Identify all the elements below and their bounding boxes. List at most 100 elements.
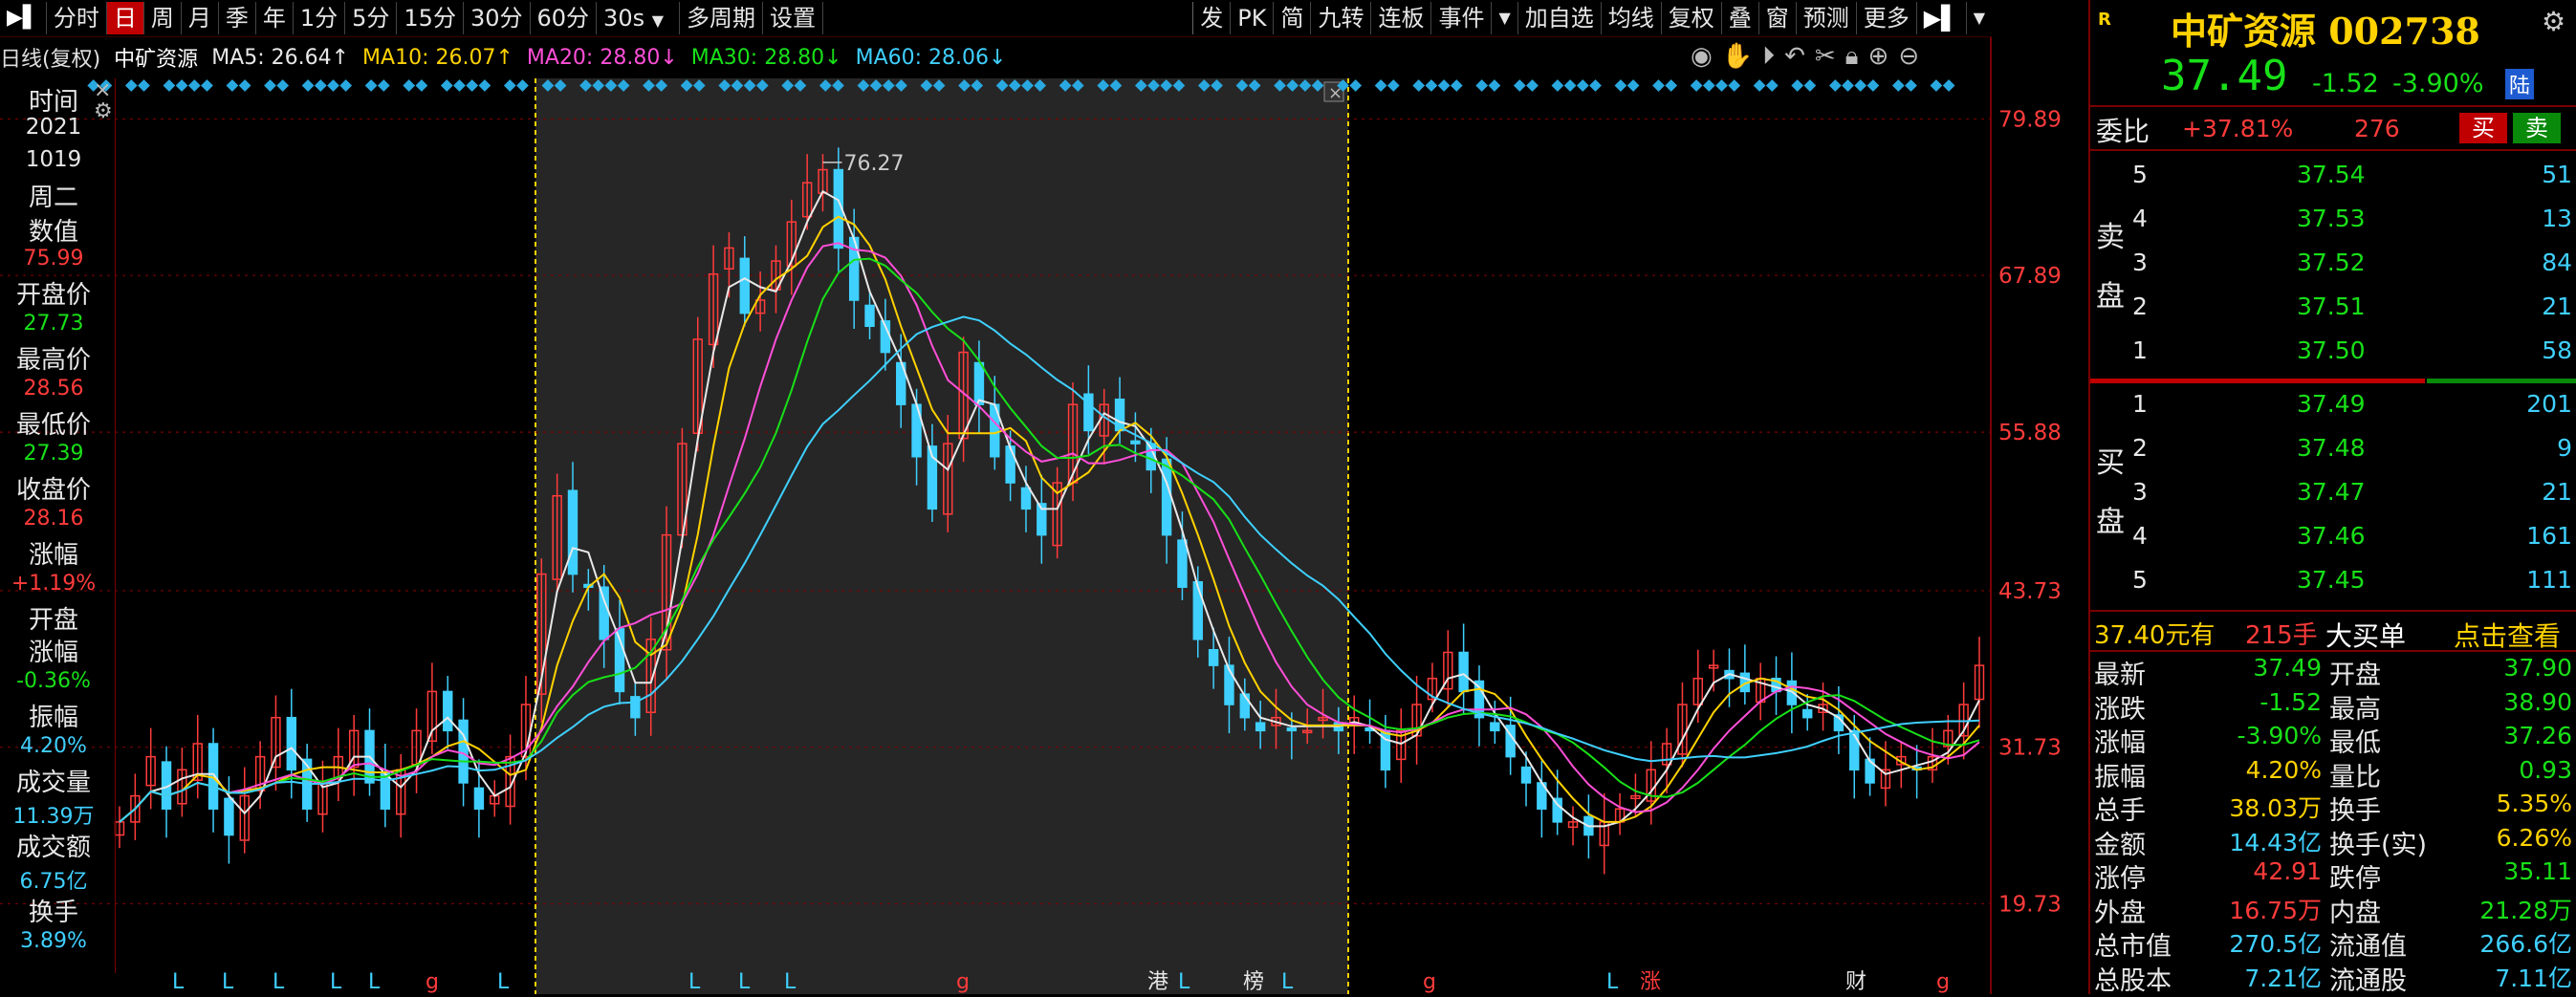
- candle-body[interactable]: [1255, 722, 1266, 732]
- bottom-marker[interactable]: L: [688, 970, 701, 994]
- candle-body[interactable]: [1020, 487, 1032, 510]
- btn-fuquan[interactable]: 复权: [1662, 2, 1722, 34]
- event-diamond[interactable]: [1728, 79, 1741, 92]
- event-diamond[interactable]: [1652, 79, 1665, 92]
- event-diamond[interactable]: [1513, 79, 1526, 92]
- event-diamond[interactable]: [163, 79, 176, 92]
- buy-level-row[interactable]: 1 37.49 201: [2090, 390, 2576, 425]
- candle-body[interactable]: [1130, 440, 1141, 444]
- event-diamond[interactable]: [226, 79, 239, 92]
- bottom-marker[interactable]: L: [330, 970, 342, 994]
- event-diamond[interactable]: [1412, 79, 1426, 92]
- bottom-marker[interactable]: L: [1281, 970, 1294, 994]
- event-diamond[interactable]: [503, 79, 516, 92]
- event-diamond[interactable]: [1842, 79, 1854, 92]
- candle-body[interactable]: [1161, 458, 1172, 536]
- event-diamond[interactable]: [377, 79, 390, 92]
- event-diamond[interactable]: [1867, 79, 1880, 92]
- candle-body[interactable]: [1490, 722, 1500, 732]
- event-diamond[interactable]: [1715, 79, 1728, 92]
- candle-body[interactable]: [1192, 581, 1203, 640]
- kline-chart[interactable]: × 76.27 79.8967.8955.8843.7331.7319.73 L…: [0, 0, 2087, 994]
- play-icon[interactable]: ⏵: [1762, 42, 1775, 72]
- event-diamond[interactable]: [175, 79, 188, 92]
- candle-body[interactable]: [864, 304, 875, 328]
- sell-level-row[interactable]: 1 37.50 58: [2090, 336, 2576, 372]
- tab-week[interactable]: 周: [144, 2, 182, 34]
- event-diamond[interactable]: [1626, 79, 1640, 92]
- event-diamond[interactable]: [364, 79, 378, 92]
- btn-window[interactable]: 窗: [1759, 2, 1797, 34]
- bottom-marker[interactable]: g: [426, 970, 439, 994]
- event-diamond[interactable]: [138, 79, 150, 92]
- tab-month[interactable]: 月: [182, 2, 219, 34]
- event-diamond[interactable]: [403, 79, 416, 92]
- btn-jiuzhuan[interactable]: 九转: [1311, 2, 1372, 34]
- toolbar-dropdown-icon[interactable]: ▼: [1967, 2, 1992, 34]
- legend-mode[interactable]: 日线(复权): [0, 42, 100, 73]
- candle-body[interactable]: [380, 771, 391, 810]
- bottom-marker[interactable]: 榜: [1243, 970, 1264, 994]
- bottom-marker[interactable]: L: [368, 970, 381, 994]
- event-diamond[interactable]: [1930, 79, 1943, 92]
- event-diamond[interactable]: [1753, 79, 1766, 92]
- sell-level-row[interactable]: 4 37.53 13: [2090, 205, 2576, 240]
- event-diamond[interactable]: [314, 79, 327, 92]
- candle-body[interactable]: [1083, 393, 1094, 432]
- event-diamond[interactable]: [1425, 79, 1438, 92]
- event-diamond[interactable]: [1551, 79, 1564, 92]
- sell-level-row[interactable]: 3 37.52 84: [2090, 249, 2576, 284]
- candle-body[interactable]: [599, 586, 609, 640]
- event-diamond[interactable]: [1589, 79, 1602, 92]
- selection-region[interactable]: [535, 78, 1348, 994]
- candle-body[interactable]: [567, 489, 579, 575]
- event-diamond[interactable]: [339, 79, 353, 92]
- candle-body[interactable]: [1208, 648, 1219, 666]
- undo-icon[interactable]: ↶: [1784, 42, 1805, 72]
- bottom-marker[interactable]: L: [273, 970, 285, 994]
- event-diamond[interactable]: [1854, 79, 1867, 92]
- event-diamond[interactable]: [1690, 79, 1703, 92]
- buy-level-row[interactable]: 4 37.46 161: [2090, 522, 2576, 557]
- bottom-marker[interactable]: g: [1936, 970, 1950, 994]
- zoom-in-icon[interactable]: ⊕: [1868, 42, 1889, 72]
- event-diamond[interactable]: [301, 79, 315, 92]
- btn-overlay[interactable]: 叠: [1722, 2, 1759, 34]
- event-diamond[interactable]: [516, 79, 529, 92]
- event-diamond[interactable]: [1475, 79, 1489, 92]
- event-diamond[interactable]: [1614, 79, 1627, 92]
- event-diamond[interactable]: [1576, 79, 1589, 92]
- event-diamond[interactable]: [327, 79, 339, 92]
- gear-icon[interactable]: ⚙: [2542, 6, 2565, 37]
- event-diamond[interactable]: [1942, 79, 1955, 92]
- event-diamond[interactable]: [1891, 79, 1905, 92]
- candle-body[interactable]: [458, 719, 469, 784]
- event-diamond[interactable]: [415, 79, 428, 92]
- btn-ma[interactable]: 均线: [1602, 2, 1662, 34]
- event-diamond[interactable]: [264, 79, 276, 92]
- event-diamond[interactable]: [1526, 79, 1539, 92]
- candle-body[interactable]: [1802, 708, 1813, 719]
- collapse-panel-icon[interactable]: ▶▌: [1917, 2, 1967, 34]
- event-diamond[interactable]: [453, 79, 466, 92]
- event-diamond[interactable]: [1450, 79, 1463, 92]
- hand-icon[interactable]: ✋: [1722, 42, 1753, 72]
- event-diamond[interactable]: [187, 79, 201, 92]
- bottom-marker[interactable]: 港: [1147, 970, 1168, 994]
- event-diamond[interactable]: [466, 79, 479, 92]
- candle-body[interactable]: [1286, 726, 1298, 732]
- event-diamond[interactable]: [238, 79, 251, 92]
- candle-body[interactable]: [1177, 539, 1188, 588]
- btn-pk[interactable]: PK: [1231, 2, 1275, 34]
- candle-body[interactable]: [1458, 651, 1469, 693]
- event-diamond[interactable]: [124, 79, 138, 92]
- sell-level-row[interactable]: 5 37.54 51: [2090, 161, 2576, 196]
- sell-button[interactable]: 卖: [2513, 113, 2561, 143]
- tab-year[interactable]: 年: [256, 2, 294, 34]
- candle-body[interactable]: [443, 690, 453, 732]
- event-diamond[interactable]: [478, 79, 491, 92]
- candle-body[interactable]: [739, 257, 750, 314]
- event-diamond[interactable]: [1791, 79, 1804, 92]
- events-dropdown-icon[interactable]: ▼: [1492, 2, 1518, 34]
- stock-title[interactable]: 中矿资源 002738: [2171, 2, 2480, 54]
